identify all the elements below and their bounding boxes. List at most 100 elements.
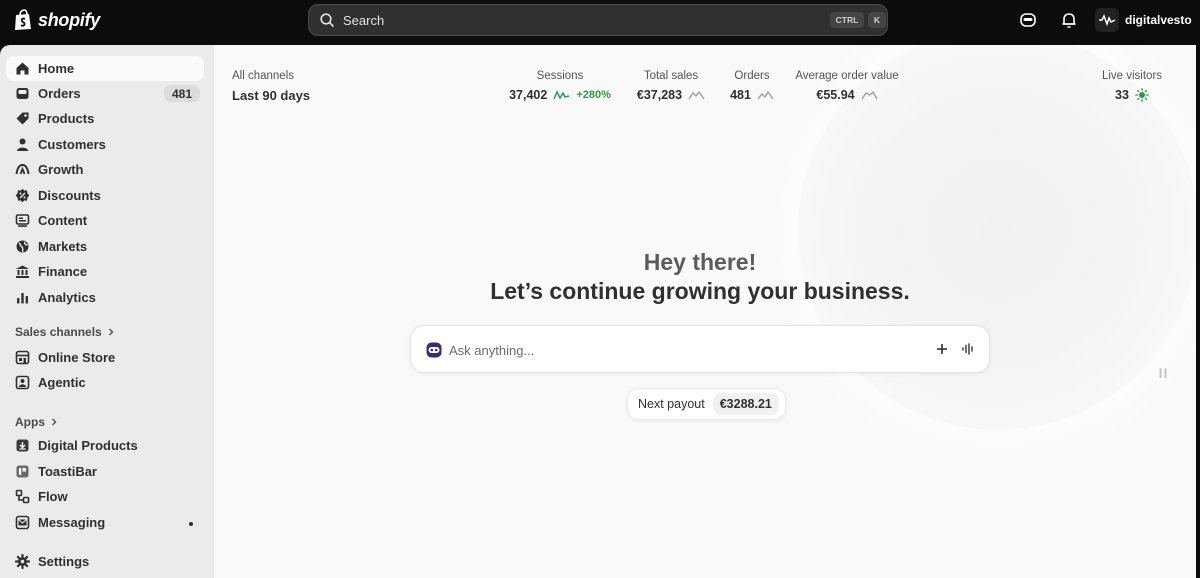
- metric-average-order-value[interactable]: Average order value €55.94: [789, 70, 905, 102]
- bar-chart-icon: [17, 293, 28, 304]
- payout-label: Next payout: [638, 397, 705, 411]
- ask-input[interactable]: [449, 339, 919, 361]
- sidebar-item-label: Home: [38, 61, 75, 76]
- chevron-right-icon: [52, 418, 57, 426]
- sparkline-icon: [688, 90, 705, 100]
- sidebar-item-markets[interactable]: Markets: [6, 234, 204, 259]
- chevron-right-icon: [108, 328, 114, 336]
- hero-subtitle: Let’s continue growing your business.: [490, 278, 910, 304]
- person-icon: [17, 138, 28, 151]
- window-edge: [1196, 45, 1200, 578]
- storefront-icon: [15, 350, 30, 365]
- sidebar-item-finance[interactable]: Finance: [6, 259, 204, 284]
- unread-dot: [189, 522, 193, 526]
- sidebar-item-messaging[interactable]: Messaging: [6, 510, 204, 535]
- metric-label: Average order value: [795, 70, 899, 82]
- store-name: digitalvesto: [1125, 13, 1192, 27]
- sidebar-item-flow[interactable]: Flow: [6, 484, 204, 509]
- sidekick-icon[interactable]: [1019, 11, 1037, 29]
- date-range: Last 90 days: [232, 88, 311, 103]
- channel-filter[interactable]: All channels Last 90 days: [232, 70, 310, 103]
- apps-heading[interactable]: Apps: [15, 415, 58, 429]
- sidebar-item-home[interactable]: Home: [6, 56, 204, 81]
- globe-icon: [16, 240, 29, 253]
- shopify-bag-icon: [15, 9, 31, 30]
- toastibar-icon: [16, 465, 29, 478]
- main-content: All channels Last 90 days Sessions 37,40…: [214, 45, 1196, 578]
- next-payout-pill[interactable]: Next payout €3288.21: [627, 388, 786, 420]
- shortcut-ctrl-key: CTRL: [830, 12, 864, 28]
- section-heading-label: Sales channels: [15, 325, 102, 339]
- sidebar-item-label: Customers: [38, 137, 106, 152]
- metric-label: Sessions: [536, 70, 584, 82]
- top-bar: shopify Search CTRL K digitalvesto: [0, 0, 1200, 45]
- flow-icon: [15, 489, 30, 504]
- sidebar-item-products[interactable]: Products: [6, 106, 204, 131]
- shopify-logo[interactable]: shopify: [14, 9, 100, 31]
- sidebar-item-label: Discounts: [38, 188, 101, 203]
- metric-value: 37,402: [509, 88, 548, 102]
- sidebar-item-discounts[interactable]: Discounts: [6, 183, 204, 208]
- inbox-icon: [16, 88, 29, 99]
- search-icon: [320, 13, 334, 27]
- sidebar-item-customers[interactable]: Customers: [6, 132, 204, 157]
- metric-value: €37,283: [636, 88, 683, 102]
- gear-icon: [15, 554, 30, 569]
- sidebar-item-label: Products: [38, 111, 95, 126]
- channel-label: All channels: [232, 70, 295, 82]
- metric-label: Orders: [734, 70, 770, 82]
- plus-icon[interactable]: [935, 342, 949, 356]
- voice-wave-icon[interactable]: [961, 342, 975, 356]
- sessions-delta: +280%: [576, 89, 611, 101]
- search-bar[interactable]: Search CTRL K: [308, 4, 888, 36]
- sidekick-prompt-box[interactable]: [410, 325, 990, 373]
- metric-sessions[interactable]: Sessions 37,402 +280%: [498, 70, 622, 102]
- metric-total-sales[interactable]: Total sales €37,283: [626, 70, 716, 102]
- hero-greeting: Hey there!: [643, 249, 757, 275]
- sidebar-item-label: Analytics: [38, 290, 96, 305]
- sidebar-item-toastibar[interactable]: ToastiBar: [6, 459, 204, 484]
- home-icon: [16, 62, 29, 75]
- sidekick-avatar-icon: [426, 342, 442, 358]
- sales-channels-heading[interactable]: Sales channels: [15, 325, 115, 339]
- sidebar-item-label: Growth: [38, 162, 84, 177]
- sidebar-item-label: Flow: [38, 489, 68, 504]
- sparkline-icon: [757, 90, 774, 100]
- pause-icon[interactable]: [1158, 367, 1168, 379]
- store-account-menu[interactable]: digitalvesto: [1095, 8, 1192, 32]
- sidebar-item-label: ToastiBar: [38, 464, 97, 479]
- growth-icon: [15, 163, 30, 175]
- sidebar-item-growth[interactable]: Growth: [6, 157, 204, 182]
- bank-icon: [16, 265, 29, 278]
- sidebar-item-label: Digital Products: [38, 438, 138, 453]
- sidebar-item-label: Online Store: [38, 350, 116, 365]
- mail-icon: [15, 515, 30, 530]
- brand-name: shopify: [38, 9, 100, 30]
- sparkline-icon: [553, 90, 570, 100]
- sidebar-item-label: Content: [38, 213, 88, 228]
- payout-amount: €3288.21: [712, 393, 779, 415]
- metric-value: 481: [730, 88, 751, 102]
- metric-label: Total sales: [643, 70, 699, 82]
- sidebar-item-agentic[interactable]: Agentic: [6, 370, 204, 395]
- orders-count-badge: 481: [163, 85, 200, 102]
- shortcut-k-key: K: [868, 12, 886, 28]
- bell-icon[interactable]: [1060, 11, 1078, 29]
- metric-label: Live visitors: [1101, 70, 1163, 82]
- sidebar-item-settings[interactable]: Settings: [6, 549, 204, 574]
- sidebar-item-online-store[interactable]: Online Store: [6, 345, 204, 370]
- sidebar-item-content[interactable]: Content: [6, 208, 204, 233]
- metric-orders[interactable]: Orders 481: [721, 70, 783, 102]
- sidebar-item-digital-products[interactable]: Digital Products: [6, 433, 204, 458]
- discount-icon: [15, 188, 30, 203]
- metric-live-visitors[interactable]: Live visitors 33: [1092, 70, 1172, 102]
- sidebar-item-label: Markets: [38, 239, 88, 254]
- metric-value: 33: [1115, 88, 1129, 102]
- sidebar-item-orders[interactable]: Orders 481: [6, 81, 204, 106]
- sparkline-icon: [861, 90, 878, 100]
- sidebar-item-label: Orders: [38, 86, 81, 101]
- search-placeholder: Search: [343, 12, 385, 28]
- section-heading-label: Apps: [15, 415, 45, 429]
- store-logo-icon: [1099, 14, 1116, 26]
- sidebar-item-analytics[interactable]: Analytics: [6, 285, 204, 310]
